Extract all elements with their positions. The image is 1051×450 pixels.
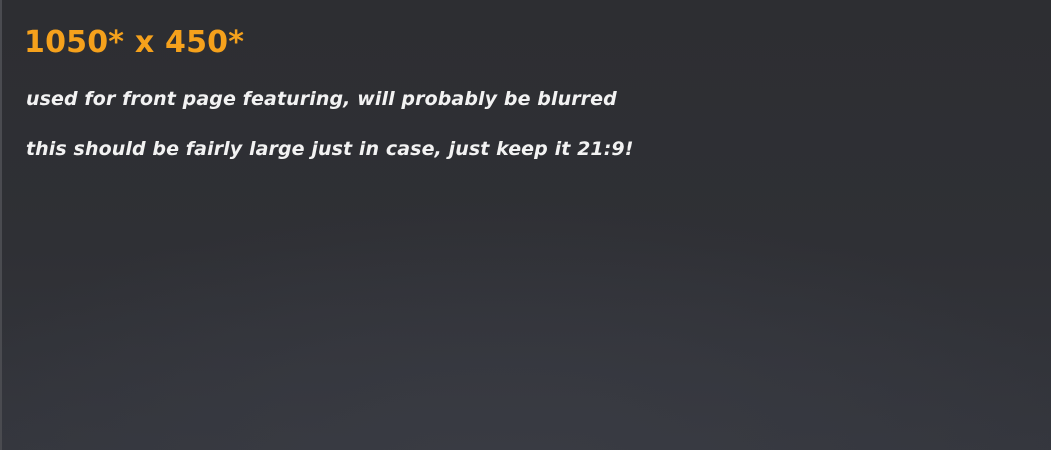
banner-title: 1050* x 450* — [24, 25, 245, 60]
banner-note-size: this should be fairly large just in case… — [26, 138, 634, 160]
banner-canvas: 1050* x 450* used for front page featuri… — [0, 0, 1051, 450]
banner-note-usage: used for front page featuring, will prob… — [26, 88, 617, 110]
